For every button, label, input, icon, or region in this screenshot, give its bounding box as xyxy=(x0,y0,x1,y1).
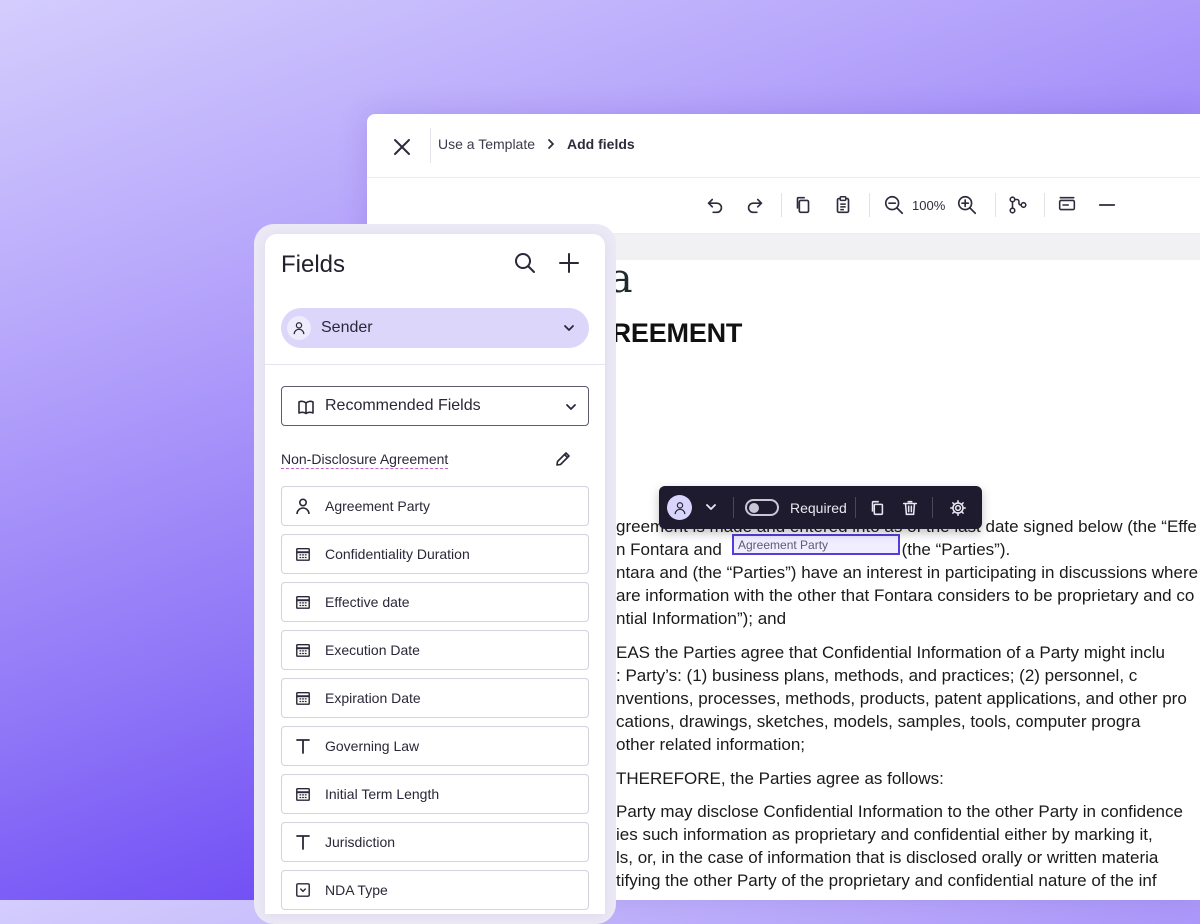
workflow-icon[interactable] xyxy=(1004,191,1032,219)
doc-line-suffix: (the “Parties”). xyxy=(901,540,1011,559)
person-icon xyxy=(674,501,685,514)
panel-title: Fields xyxy=(281,251,346,278)
field-item[interactable]: NDA Type xyxy=(281,870,589,910)
breadcrumb: Use a Template Add fields xyxy=(438,136,635,152)
field-category-selector[interactable]: Recommended Fields xyxy=(281,386,589,426)
chevron-down-icon xyxy=(561,320,577,336)
doc-line: EAS the Parties agree that Confidential … xyxy=(616,643,1166,662)
toolbar-divider xyxy=(869,193,870,217)
pencil-icon[interactable] xyxy=(553,449,573,469)
person-icon xyxy=(294,497,312,515)
recipient-selector[interactable]: Sender xyxy=(281,308,589,348)
doc-paragraph-1: greement is made and entered into as of … xyxy=(616,515,1200,630)
toggle-knob xyxy=(749,503,759,513)
minus-icon[interactable] xyxy=(1093,191,1121,219)
panel-divider xyxy=(265,364,605,365)
doc-line: ies such information as proprietary and … xyxy=(616,825,1153,844)
field-item-label: Agreement Party xyxy=(325,498,431,514)
copy-icon[interactable] xyxy=(789,191,817,219)
field-item[interactable]: Confidentiality Duration xyxy=(281,534,589,574)
chevron-down-icon xyxy=(563,399,579,415)
undo-icon[interactable] xyxy=(701,191,729,219)
field-item-label: Confidentiality Duration xyxy=(325,546,470,562)
topbar-divider xyxy=(430,128,431,163)
field-item-label: Expiration Date xyxy=(325,690,421,706)
breadcrumb-parent[interactable]: Use a Template xyxy=(438,136,535,152)
calendar-icon xyxy=(294,641,312,659)
doc-line: other related information; xyxy=(616,735,805,754)
zoom-level: 100% xyxy=(912,198,946,213)
category-label: Recommended Fields xyxy=(325,397,481,414)
field-item[interactable]: Governing Law xyxy=(281,726,589,766)
doc-line: are information with the other that Font… xyxy=(616,586,1195,605)
field-item[interactable]: Execution Date xyxy=(281,630,589,670)
doc-line: Party may disclose Confidential Informat… xyxy=(616,802,1183,821)
field-group-title: Non-Disclosure Agreement xyxy=(281,451,449,469)
field-item[interactable]: Jurisdiction xyxy=(281,822,589,862)
calendar-icon xyxy=(294,593,312,611)
toolbar-divider xyxy=(932,497,933,518)
chevron-down-icon[interactable] xyxy=(703,499,719,515)
doc-line: nventions, processes, methods, products,… xyxy=(616,689,1187,708)
field-item-label: Execution Date xyxy=(325,642,420,658)
field-item[interactable]: Agreement Party xyxy=(281,486,589,526)
doc-line: ls, or, in the case of information that … xyxy=(616,848,1159,867)
doc-line: n Fontara and (the “Parties”). xyxy=(616,540,1011,559)
field-item[interactable]: Effective date xyxy=(281,582,589,622)
calendar-icon xyxy=(294,689,312,707)
toolbar-divider xyxy=(855,497,856,518)
field-item-label: NDA Type xyxy=(325,882,388,898)
required-label: Required xyxy=(790,500,847,516)
calendar-icon xyxy=(294,545,312,563)
fields-panel: Fields Sender Recommended Fields Non-Dis… xyxy=(265,234,605,914)
doc-line: ntara and (the “Parties”) have an intere… xyxy=(616,563,1199,582)
toolbar-divider xyxy=(781,193,782,217)
doc-line: ntial Information”); and xyxy=(616,609,787,628)
top-bar: Use a Template Add fields xyxy=(367,114,1200,178)
field-item-label: Effective date xyxy=(325,594,410,610)
doc-line: tifying the other Party of the proprieta… xyxy=(616,871,1157,890)
zoom-out-icon[interactable] xyxy=(880,191,908,219)
doc-line: cations, drawings, sketches, models, sam… xyxy=(616,712,1141,731)
person-icon xyxy=(287,316,311,340)
duplicate-icon[interactable] xyxy=(866,497,888,519)
paste-icon[interactable] xyxy=(829,191,857,219)
zoom-in-icon[interactable] xyxy=(953,191,981,219)
gear-icon[interactable] xyxy=(947,497,969,519)
text-icon xyxy=(294,737,312,755)
dropdown-icon xyxy=(294,881,312,899)
calendar-icon xyxy=(294,785,312,803)
placed-field-agreement-party[interactable]: Agreement Party xyxy=(732,534,900,555)
field-item-label: Initial Term Length xyxy=(325,786,440,802)
form-field-icon[interactable] xyxy=(1053,191,1081,219)
trash-icon[interactable] xyxy=(899,497,921,519)
recipient-label: Sender xyxy=(321,319,373,336)
doc-paragraph-2: EAS the Parties agree that Confidential … xyxy=(616,641,1200,756)
close-icon[interactable] xyxy=(389,134,415,160)
required-toggle[interactable] xyxy=(745,499,779,516)
doc-line: THEREFORE, the Parties agree as follows: xyxy=(616,769,944,788)
book-icon xyxy=(297,398,315,416)
plus-icon[interactable] xyxy=(556,250,582,276)
field-item[interactable]: Expiration Date xyxy=(281,678,589,718)
field-item-label: Governing Law xyxy=(325,738,420,754)
doc-paragraph-3: THEREFORE, the Parties agree as follows: xyxy=(616,767,1200,790)
doc-paragraph-4: Party may disclose Confidential Informat… xyxy=(616,800,1200,892)
assignee-avatar[interactable] xyxy=(667,495,692,520)
doc-line: : Party’s: (1) business plans, methods, … xyxy=(616,666,1138,685)
field-item-label: Jurisdiction xyxy=(325,834,396,850)
toolbar-divider xyxy=(995,193,996,217)
field-item[interactable]: Initial Term Length xyxy=(281,774,589,814)
chevron-right-icon xyxy=(545,138,557,150)
search-icon[interactable] xyxy=(512,250,538,276)
text-icon xyxy=(294,833,312,851)
field-floating-toolbar: Required xyxy=(659,486,982,529)
toolbar-divider xyxy=(1044,193,1045,217)
redo-icon[interactable] xyxy=(741,191,769,219)
toolbar-divider xyxy=(733,497,734,518)
breadcrumb-current: Add fields xyxy=(567,136,635,152)
field-list: Agreement Party Confidentiality Duration E… xyxy=(281,486,589,918)
